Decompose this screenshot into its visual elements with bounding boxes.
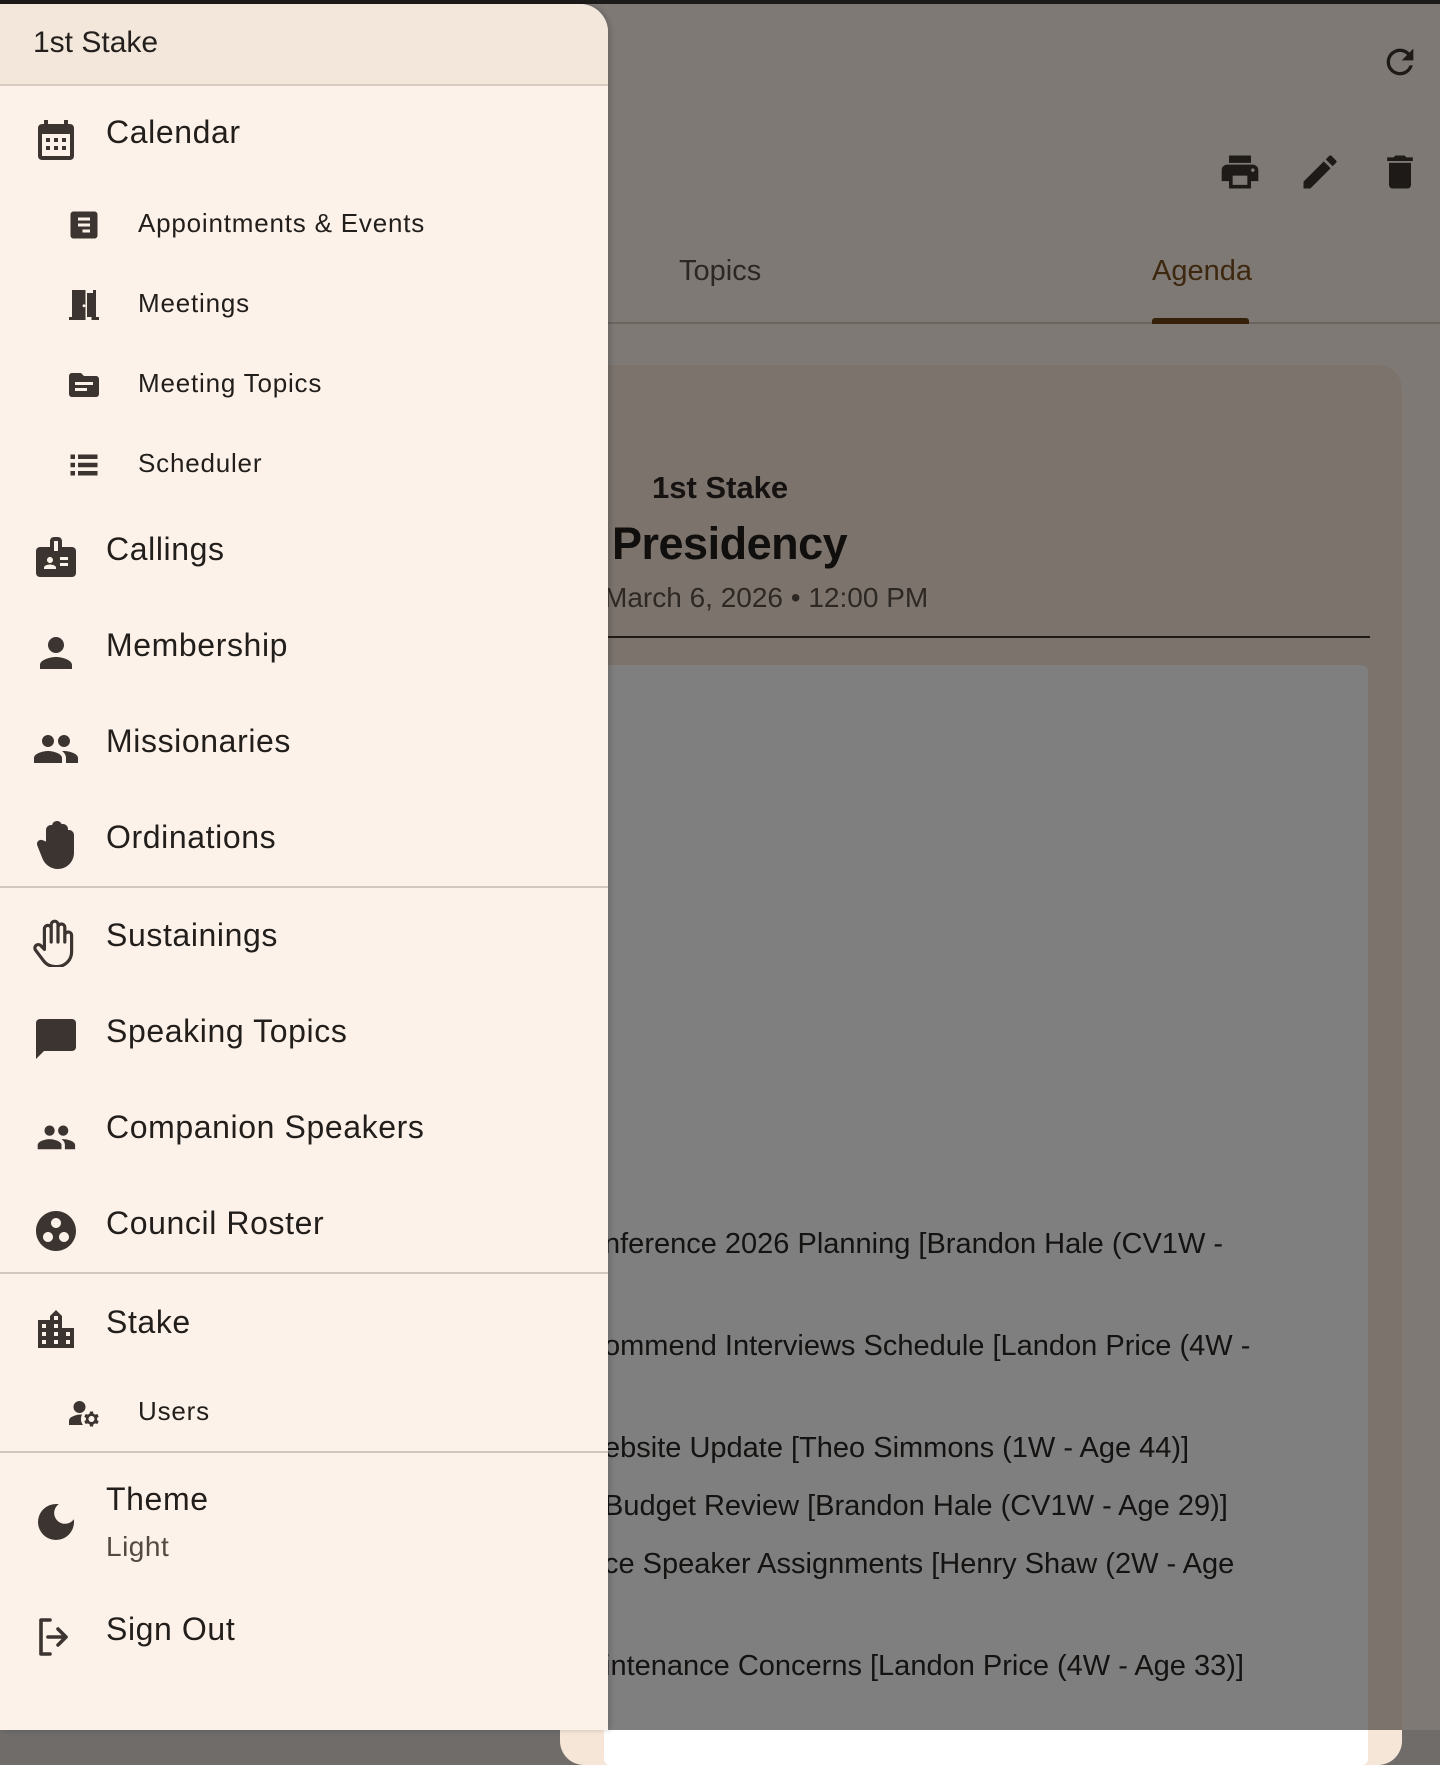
nav-item-companion-speakers[interactable]: Companion Speakers <box>0 1094 608 1164</box>
nav-label: Appointments & Events <box>138 208 426 238</box>
nav-item-callings[interactable]: Callings <box>0 516 608 586</box>
people-icon <box>32 725 80 773</box>
drawer-divider <box>0 1451 608 1453</box>
building-icon <box>32 1306 80 1354</box>
calendar-icon <box>32 116 80 164</box>
nav-label: Companion Speakers <box>106 1109 425 1145</box>
nav-item-calendar[interactable]: Calendar <box>0 99 608 169</box>
nav-item-membership[interactable]: Membership <box>0 612 608 682</box>
folder-topic-icon <box>66 367 102 403</box>
theme-value: Light <box>106 1531 170 1562</box>
nav-label: Membership <box>106 627 289 663</box>
nav-label: Meetings <box>138 288 250 318</box>
nav-item-users[interactable]: Users <box>0 1375 608 1445</box>
drawer-divider <box>0 886 608 888</box>
nav-label: Ordinations <box>106 819 277 855</box>
nav-item-appointments-events[interactable]: Appointments & Events <box>0 187 608 257</box>
nav-label: Missionaries <box>106 723 292 759</box>
nav-label: Meeting Topics <box>138 368 323 398</box>
drawer-header: 1st Stake <box>0 4 608 86</box>
drawer-title: 1st Stake <box>33 26 159 59</box>
nav-item-sustainings[interactable]: Sustainings <box>0 902 608 972</box>
chat-bubble-icon <box>32 1015 80 1063</box>
manage-accounts-icon <box>66 1395 102 1431</box>
logout-icon <box>32 1613 80 1661</box>
theme-label: Theme <box>106 1481 209 1517</box>
nav-label: Calendar <box>106 114 241 150</box>
hand-outline-icon <box>32 919 80 967</box>
hand-filled-icon <box>32 821 80 869</box>
nav-label: Sign Out <box>106 1611 236 1647</box>
badge-icon <box>32 533 80 581</box>
people-small-icon <box>32 1111 80 1159</box>
list-icon <box>66 447 102 483</box>
nav-label: Stake <box>106 1304 191 1340</box>
nav-item-council-roster[interactable]: Council Roster <box>0 1190 608 1260</box>
nav-item-stake[interactable]: Stake <box>0 1289 608 1359</box>
drawer-divider <box>0 1272 608 1274</box>
workspaces-icon <box>32 1207 80 1255</box>
nav-item-speaking-topics[interactable]: Speaking Topics <box>0 998 608 1068</box>
event-note-icon <box>66 207 102 243</box>
nav-item-scheduler[interactable]: Scheduler <box>0 427 608 497</box>
nav-label: Scheduler <box>138 448 263 478</box>
nav-item-ordinations[interactable]: Ordinations <box>0 804 608 874</box>
nav-item-missionaries[interactable]: Missionaries <box>0 708 608 778</box>
person-icon <box>32 629 80 677</box>
navigation-drawer: 1st Stake Calendar Appointments & Events… <box>0 4 608 1730</box>
nav-label: Council Roster <box>106 1205 325 1241</box>
nav-item-meeting-topics[interactable]: Meeting Topics <box>0 347 608 417</box>
nav-item-theme[interactable]: Theme <box>0 1481 608 1582</box>
nav-label: Sustainings <box>106 917 279 953</box>
nav-label: Users <box>138 1396 210 1426</box>
nav-label: Callings <box>106 531 225 567</box>
moon-icon <box>32 1498 80 1546</box>
nav-item-sign-out[interactable]: Sign Out <box>0 1596 608 1666</box>
door-icon <box>66 287 102 323</box>
nav-item-meetings[interactable]: Meetings <box>0 267 608 337</box>
nav-label: Speaking Topics <box>106 1013 348 1049</box>
